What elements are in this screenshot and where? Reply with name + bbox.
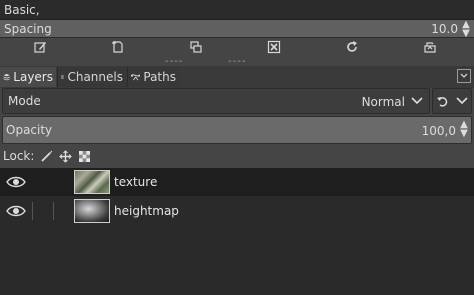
edit-icon: [34, 42, 46, 53]
tab-layers[interactable]: Layers: [0, 67, 56, 87]
opacity-label: Opacity: [6, 123, 53, 137]
delete-icon: [267, 40, 281, 54]
tab-channels-label: Channels: [67, 70, 123, 84]
open-image-icon: [424, 42, 436, 53]
tab-paths-label: Paths: [143, 70, 176, 84]
layer-chain-toggle[interactable]: [32, 171, 54, 193]
spin-down-icon[interactable]: ▼: [459, 129, 469, 139]
spacing-label: Spacing: [4, 21, 52, 36]
opacity-value: 100,0: [421, 124, 456, 138]
tab-menu-button[interactable]: [457, 69, 471, 83]
paths-icon: [131, 74, 141, 81]
refresh-icon: [347, 41, 357, 52]
menu-arrow-icon: [457, 69, 471, 83]
refresh-brushes-button[interactable]: [342, 38, 362, 56]
spacing-spinner[interactable]: ▲ ▼: [461, 20, 471, 39]
brush-preset-field[interactable]: Basic,: [0, 0, 474, 20]
mode-label: Mode: [8, 94, 41, 108]
layer-name[interactable]: texture: [114, 175, 157, 189]
layers-icon: [3, 73, 10, 81]
spacing-value: 10.0: [431, 22, 458, 36]
tab-layers-label: Layers: [13, 70, 53, 84]
lock-pixels-icon[interactable]: [40, 150, 53, 163]
layer-thumbnail: [74, 170, 110, 194]
opacity-slider[interactable]: Opacity 100,0 ▲ ▼: [2, 116, 472, 144]
tab-channels[interactable]: Channels: [57, 67, 126, 87]
reset-mode-icon: [437, 96, 448, 107]
lock-label: Lock:: [3, 149, 35, 163]
lock-row: Lock:: [0, 146, 474, 166]
mode-combobox[interactable]: Mode Normal: [2, 88, 430, 114]
layer-thumbnail: [74, 199, 110, 223]
spin-down-icon[interactable]: ▼: [461, 29, 471, 39]
chevron-down-icon: [411, 97, 423, 105]
new-brush-button[interactable]: [108, 38, 128, 56]
tab-paths[interactable]: Paths: [127, 67, 179, 87]
lock-position-icon[interactable]: [59, 149, 73, 163]
layer-row[interactable]: heightmap: [0, 197, 474, 225]
mode-value: Normal: [361, 95, 405, 109]
layer-row[interactable]: texture: [0, 168, 474, 196]
duplicate-icon: [190, 41, 202, 53]
composite-mode-button[interactable]: [432, 88, 472, 114]
eye-icon[interactable]: [6, 175, 26, 189]
edit-brush-button[interactable]: [30, 38, 50, 56]
spacing-slider[interactable]: Spacing 10.0 ▲ ▼: [0, 20, 474, 39]
channels-icon: [61, 75, 65, 79]
layer-name[interactable]: heightmap: [114, 204, 179, 218]
open-brush-as-image-button[interactable]: [420, 38, 440, 56]
chevron-down-icon: [456, 97, 468, 105]
delete-brush-button[interactable]: [264, 38, 284, 56]
opacity-spinner[interactable]: ▲ ▼: [459, 120, 469, 139]
lock-alpha-icon[interactable]: [78, 150, 91, 163]
new-document-icon: [112, 41, 123, 53]
duplicate-brush-button[interactable]: [186, 38, 206, 56]
eye-icon[interactable]: [6, 204, 26, 218]
brush-preset-value: Basic,: [4, 2, 40, 17]
layer-chain-toggle[interactable]: [32, 200, 54, 222]
layer-list[interactable]: texture heightmap: [0, 168, 474, 295]
